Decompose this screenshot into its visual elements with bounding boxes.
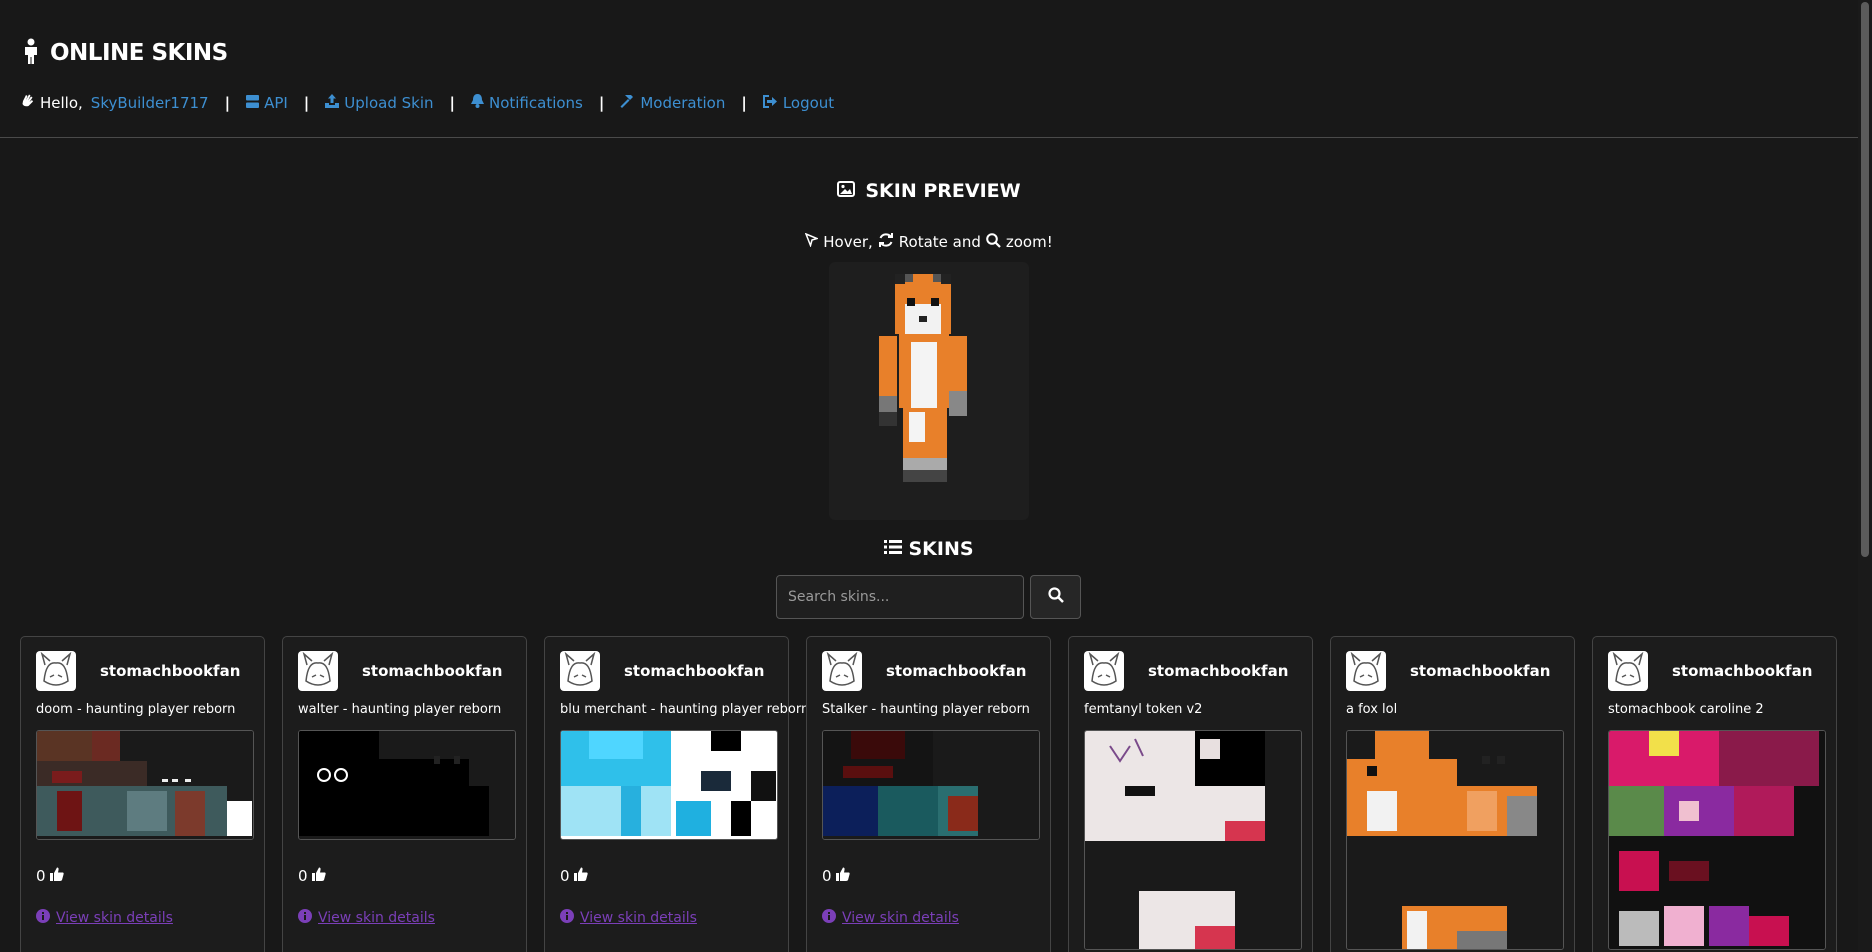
- info-icon: [36, 909, 50, 927]
- person-icon: [22, 38, 40, 68]
- nav-logout-link[interactable]: Logout: [762, 94, 834, 112]
- search-icon: [1047, 587, 1064, 607]
- view-details-link[interactable]: View skin details: [822, 909, 959, 927]
- skin-name: walter - haunting player reborn: [298, 702, 502, 717]
- server-icon: [246, 94, 260, 112]
- thumbs-up-icon[interactable]: [835, 867, 850, 885]
- skin-card: stomachbookfan Stalker - haunting player…: [806, 636, 1051, 952]
- skin-card: stomachbookfan a fox lol: [1330, 636, 1575, 952]
- like-count: 0: [298, 867, 326, 885]
- greeting-text: Hello,: [40, 93, 83, 112]
- author-name[interactable]: stomachbookfan: [624, 662, 764, 680]
- skin-card: stomachbookfan femtanyl token v2: [1068, 636, 1313, 952]
- fox-skin-model: [879, 274, 967, 482]
- user-nav: Hello, SkyBuilder1717 | API | Upload Ski…: [20, 93, 834, 112]
- skin-name: femtanyl token v2: [1084, 702, 1203, 717]
- like-count: 0: [560, 867, 588, 885]
- author-avatar[interactable]: [36, 651, 76, 691]
- nav-moderation-link[interactable]: Moderation: [620, 94, 725, 112]
- skin-texture-thumbnail[interactable]: [822, 730, 1040, 840]
- author-name[interactable]: stomachbookfan: [100, 662, 240, 680]
- skin-name: stomachbook caroline 2: [1608, 702, 1764, 717]
- skin-card: stomachbookfan doom - haunting player re…: [20, 636, 265, 952]
- view-details-link[interactable]: View skin details: [560, 909, 697, 927]
- skin-card: stomachbookfan stomachbook caroline 2: [1592, 636, 1837, 952]
- skin-card-list: stomachbookfan doom - haunting player re…: [20, 636, 1837, 952]
- skin-texture-thumbnail[interactable]: [1608, 730, 1826, 950]
- skin-texture-thumbnail[interactable]: [1346, 730, 1564, 950]
- search-bar: [776, 575, 1081, 619]
- like-count: 0: [822, 867, 850, 885]
- author-name[interactable]: stomachbookfan: [1148, 662, 1288, 680]
- preview-heading: SKIN PREVIEW: [0, 180, 1858, 202]
- site-header: ONLINE SKINS Hello, SkyBuilder1717 | API…: [0, 0, 1858, 138]
- info-icon: [822, 909, 836, 927]
- skin-name: doom - haunting player reborn: [36, 702, 236, 717]
- image-icon: [837, 180, 856, 202]
- skin-name: a fox lol: [1346, 702, 1398, 717]
- author-name[interactable]: stomachbookfan: [362, 662, 502, 680]
- bell-icon: [470, 93, 484, 112]
- nav-upload-link[interactable]: Upload Skin: [325, 93, 434, 112]
- nav-notifications-link[interactable]: Notifications: [470, 93, 583, 112]
- cursor-icon: [804, 232, 820, 251]
- logout-icon: [762, 94, 778, 112]
- skin-texture-thumbnail[interactable]: [298, 730, 516, 840]
- page-scrollbar[interactable]: [1858, 0, 1872, 952]
- view-details-link[interactable]: View skin details: [36, 909, 173, 927]
- author-avatar[interactable]: [298, 651, 338, 691]
- skins-heading: SKINS: [0, 538, 1858, 560]
- info-icon: [298, 909, 312, 927]
- list-icon: [884, 538, 903, 560]
- skin-card: stomachbookfan walter - haunting player …: [282, 636, 527, 952]
- search-input[interactable]: [776, 575, 1024, 619]
- like-count: 0: [36, 867, 64, 885]
- skin-card: stomachbookfan blu merchant - haunting p…: [544, 636, 809, 952]
- author-avatar[interactable]: [560, 651, 600, 691]
- skin-3d-preview[interactable]: [829, 262, 1029, 520]
- author-name[interactable]: stomachbookfan: [1410, 662, 1550, 680]
- view-details-link[interactable]: View skin details: [298, 909, 435, 927]
- magnifier-icon: [986, 232, 1001, 252]
- upload-icon: [325, 93, 340, 112]
- rotate-icon: [878, 232, 894, 252]
- skin-texture-thumbnail[interactable]: [560, 730, 778, 840]
- skin-texture-thumbnail[interactable]: [36, 730, 254, 840]
- greeting: Hello,: [20, 93, 83, 112]
- scrollbar-thumb[interactable]: [1861, 2, 1869, 557]
- hammer-icon: [620, 94, 635, 112]
- nav-api-link[interactable]: API: [246, 94, 288, 112]
- author-avatar[interactable]: [1608, 651, 1648, 691]
- search-button[interactable]: [1030, 575, 1081, 619]
- author-name[interactable]: stomachbookfan: [1672, 662, 1812, 680]
- site-title: ONLINE SKINS: [50, 40, 228, 66]
- thumbs-up-icon[interactable]: [573, 867, 588, 885]
- author-avatar[interactable]: [1346, 651, 1386, 691]
- skin-name: blu merchant - haunting player reborn: [560, 702, 810, 717]
- preview-hint: Hover, Rotate and zoom!: [0, 232, 1858, 252]
- thumbs-up-icon[interactable]: [311, 867, 326, 885]
- author-avatar[interactable]: [1084, 651, 1124, 691]
- author-avatar[interactable]: [822, 651, 862, 691]
- skin-texture-thumbnail[interactable]: [1084, 730, 1302, 950]
- thumbs-up-icon[interactable]: [49, 867, 64, 885]
- brand[interactable]: ONLINE SKINS: [22, 38, 228, 68]
- author-name[interactable]: stomachbookfan: [886, 662, 1026, 680]
- wave-hand-icon: [20, 93, 35, 112]
- skin-name: Stalker - haunting player reborn: [822, 702, 1030, 717]
- info-icon: [560, 909, 574, 927]
- username-link[interactable]: SkyBuilder1717: [91, 94, 209, 112]
